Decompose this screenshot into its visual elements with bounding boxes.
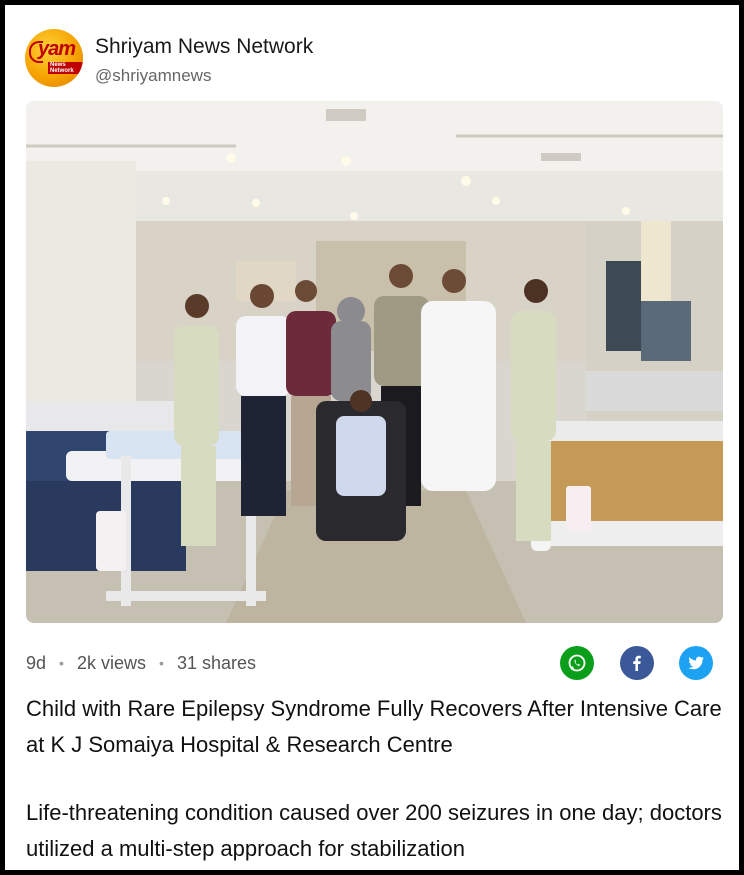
post-meta: 9d • 2k views • 31 shares (26, 652, 256, 676)
separator-dot: • (59, 655, 64, 672)
share-count: 31 shares (176, 652, 256, 673)
hospital-ward-photo (26, 101, 723, 623)
article-title[interactable]: Child with Rare Epilepsy Syndrome Fully … (26, 691, 726, 763)
logo-text: yam (38, 38, 76, 60)
whatsapp-icon (568, 654, 586, 672)
article-photo[interactable] (26, 101, 723, 623)
facebook-icon (633, 655, 641, 671)
twitter-share-button[interactable] (679, 646, 713, 680)
post-header: yam News Network Shriyam News Network @s… (25, 29, 725, 89)
separator-dot: • (159, 655, 164, 672)
logo-subtext: News Network (48, 62, 83, 74)
twitter-icon (688, 656, 704, 670)
article-summary: Life-threatening condition caused over 2… (26, 800, 722, 861)
whatsapp-share-button[interactable] (560, 646, 594, 680)
facebook-share-button[interactable] (620, 646, 654, 680)
publisher-name[interactable]: Shriyam News Network (95, 35, 313, 59)
publisher-handle[interactable]: @shriyamnews (95, 66, 211, 86)
news-card: yam News Network Shriyam News Network @s… (5, 5, 739, 870)
post-age: 9d (26, 652, 47, 673)
publisher-logo[interactable]: yam News Network (25, 29, 83, 87)
view-count: 2k views (76, 652, 146, 673)
